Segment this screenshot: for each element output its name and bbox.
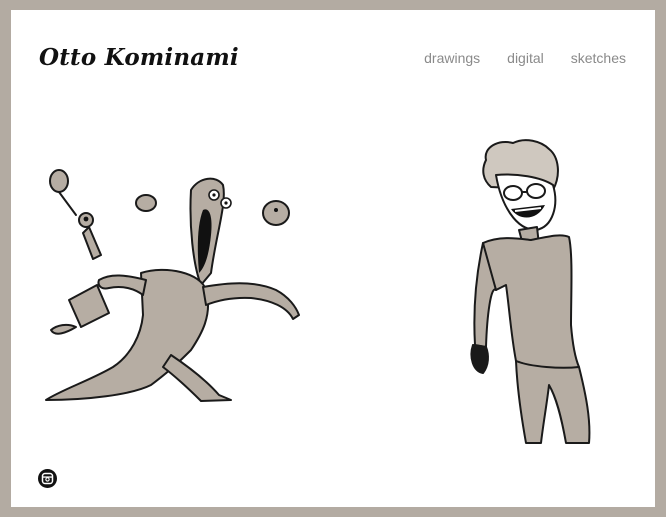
nav-link-digital[interactable]: digital (507, 50, 544, 66)
page-frame: Otto Kominami drawings digital sketches (11, 10, 655, 507)
main-nav: drawings digital sketches (424, 50, 626, 66)
instagram-icon[interactable] (38, 469, 57, 488)
nav-link-sketches[interactable]: sketches (571, 50, 626, 66)
artwork-figure[interactable] (461, 135, 601, 445)
nav-link-drawings[interactable]: drawings (424, 50, 480, 66)
artwork-creature[interactable] (31, 155, 311, 403)
instagram-glyph-icon (41, 472, 54, 485)
site-title[interactable]: Otto Kominami (39, 44, 239, 71)
